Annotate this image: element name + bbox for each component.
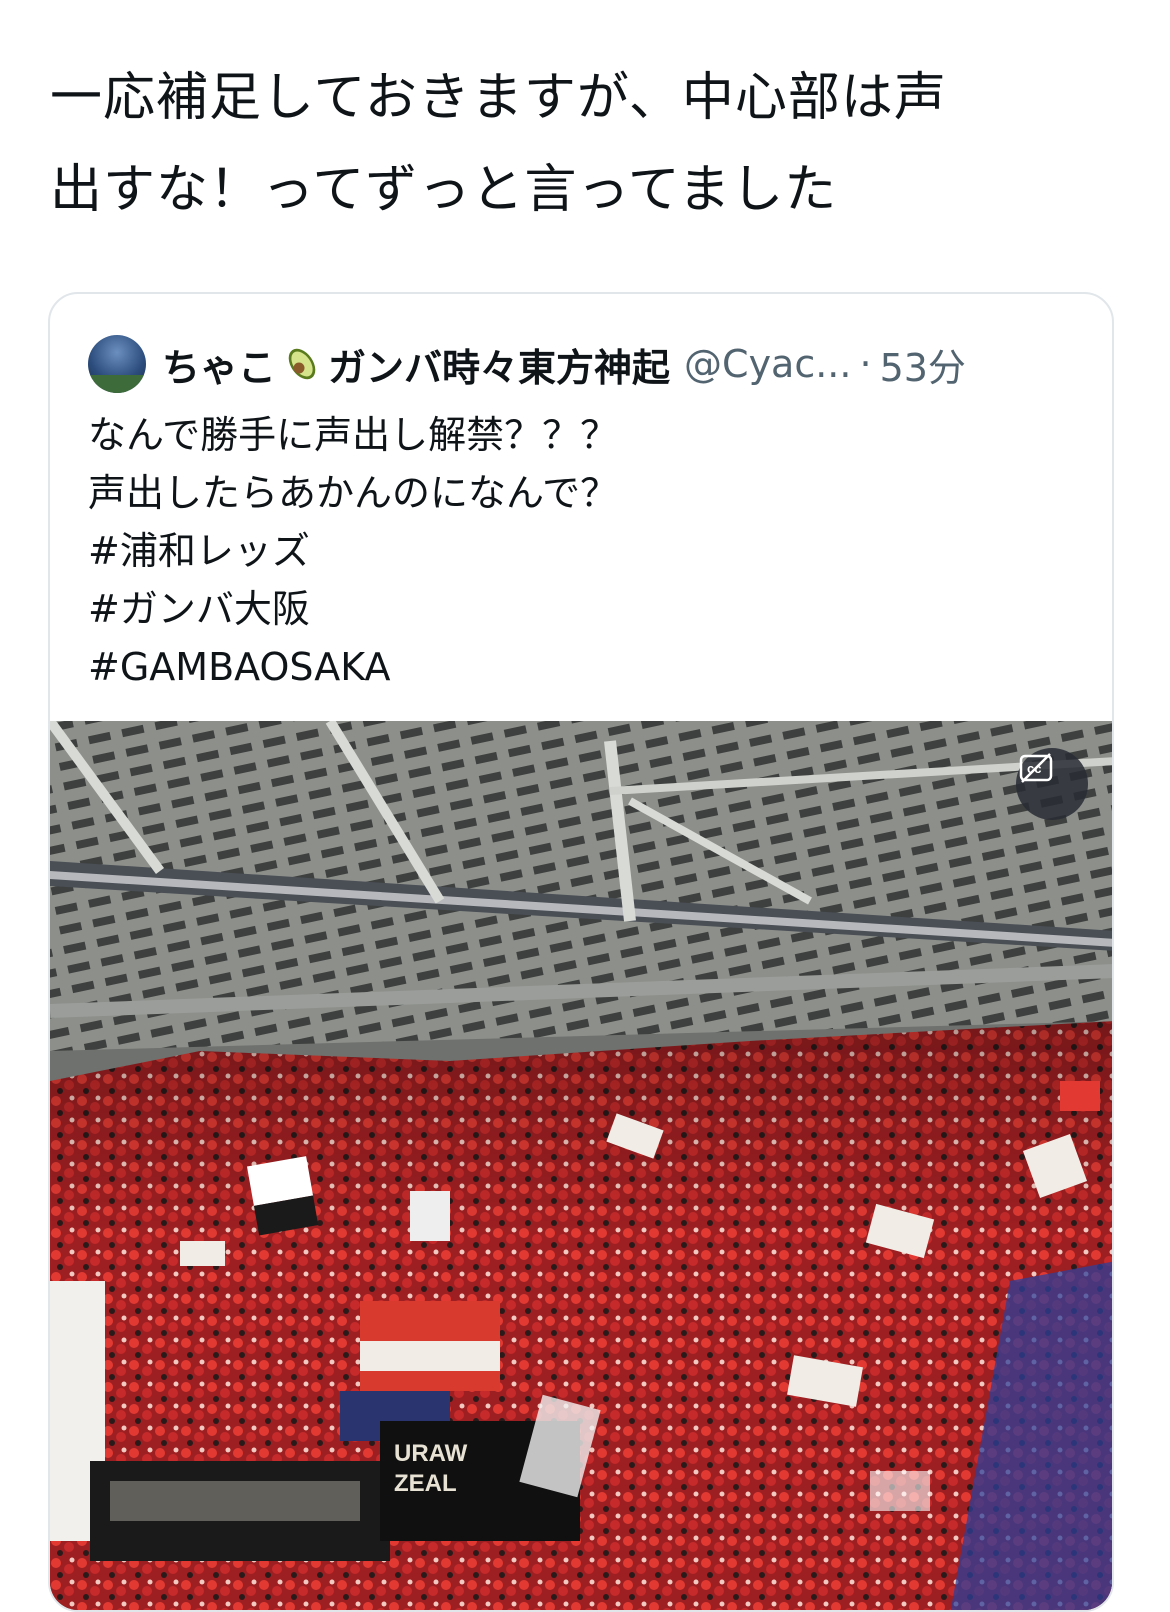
- separator: ·: [859, 342, 872, 386]
- banner-text-1: URAW: [394, 1440, 468, 1467]
- author-handle: @Cyac...: [684, 342, 852, 386]
- author-name-suffix: ガンバ時々東方神起: [328, 345, 671, 390]
- timestamp: 53分: [879, 345, 966, 390]
- avatar[interactable]: [88, 335, 146, 393]
- avocado-icon: [288, 348, 316, 380]
- tweet-text: 一応補足しておきますが、中心部は声 出すな！ってずっと言ってました: [50, 68, 947, 220]
- stadium-crowd-image: URAW ZEAL: [50, 721, 1112, 1610]
- closed-captions-button[interactable]: cc: [1016, 748, 1088, 820]
- video-media[interactable]: URAW ZEAL cc: [50, 721, 1112, 1610]
- banner-text-2: ZEAL: [394, 1470, 457, 1497]
- closed-captions-off-icon: cc: [1019, 753, 1053, 783]
- quoted-tweet-text: なんで勝手に声出し解禁？？？ 声出したらあかんのになんで？ #浦和レッズ #ガン…: [88, 413, 619, 689]
- author-name: ちゃこ: [162, 345, 277, 390]
- quoted-tweet-header: ちゃこ ガンバ時々東方神起 @Cyac... · 53分: [88, 334, 1082, 394]
- quoted-tweet-card[interactable]: ちゃこ ガンバ時々東方神起 @Cyac... · 53分 なんで勝手に声出し解禁…: [48, 292, 1114, 1612]
